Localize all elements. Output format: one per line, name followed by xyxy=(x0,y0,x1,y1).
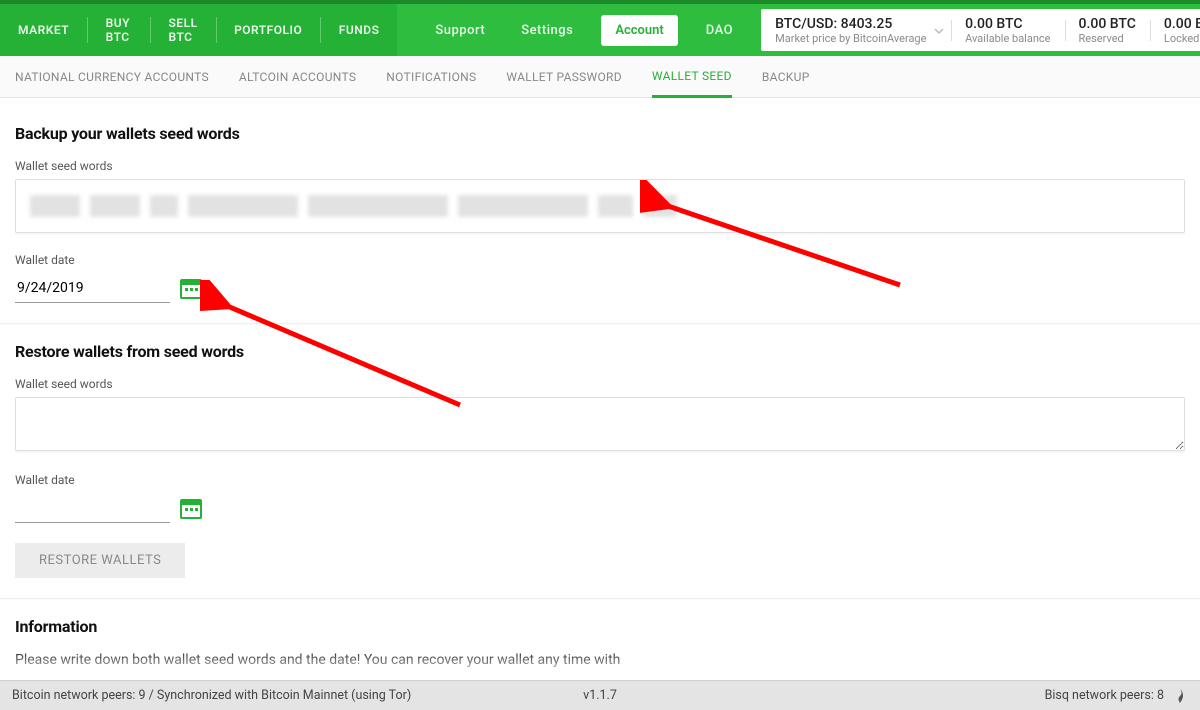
top-nav: MARKET BUY BTC SELL BTC PORTFOLIO FUNDS … xyxy=(0,0,1200,56)
account-subnav: NATIONAL CURRENCY ACCOUNTS ALTCOIN ACCOU… xyxy=(0,56,1200,98)
subnav-altcoin[interactable]: ALTCOIN ACCOUNTS xyxy=(239,56,356,97)
status-bar: Bitcoin network peers: 9 / Synchronized … xyxy=(0,680,1200,710)
backup-date-input[interactable] xyxy=(15,273,170,303)
price-label: BTC/USD: 8403.25 xyxy=(775,16,937,32)
nav-market[interactable]: MARKET xyxy=(0,23,87,37)
reserved-label: Reserved xyxy=(1079,32,1136,45)
backup-date-label: Wallet date xyxy=(15,253,1185,267)
locked-label: Locked xyxy=(1164,32,1200,45)
chevron-down-icon xyxy=(933,22,945,41)
available-label: Available balance xyxy=(965,32,1050,45)
section-divider xyxy=(0,598,1200,599)
blurred-seed-words xyxy=(30,195,677,217)
available-balance: 0.00 BTC Available balance xyxy=(951,10,1064,51)
price-dropdown[interactable]: BTC/USD: 8403.25 Market price by Bitcoin… xyxy=(761,10,951,51)
calendar-icon[interactable] xyxy=(180,277,202,299)
ticker-panel: BTC/USD: 8403.25 Market price by Bitcoin… xyxy=(761,9,1200,51)
subnav-notifications[interactable]: NOTIFICATIONS xyxy=(386,56,476,97)
nav-support[interactable]: Support xyxy=(417,23,503,38)
section-divider xyxy=(0,323,1200,324)
information-body: Please write down both wallet seed words… xyxy=(15,652,1185,668)
footer-left-status: Bitcoin network peers: 9 / Synchronized … xyxy=(12,688,411,703)
nav-dao[interactable]: DAO xyxy=(688,23,751,38)
subnav-backup[interactable]: BACKUP xyxy=(762,56,810,97)
backup-section-title: Backup your wallets seed words xyxy=(15,124,1185,143)
reserved-value: 0.00 BTC xyxy=(1079,16,1136,32)
nav-settings[interactable]: Settings xyxy=(503,23,591,38)
restore-wallets-button[interactable]: RESTORE WALLETS xyxy=(15,543,185,578)
nav-funds[interactable]: FUNDS xyxy=(321,23,398,37)
nav-account[interactable]: Account xyxy=(601,15,677,46)
restore-section-title: Restore wallets from seed words xyxy=(15,342,1185,361)
information-title: Information xyxy=(15,617,1185,636)
footer-version: v1.1.7 xyxy=(583,688,617,703)
nav-buy-btc[interactable]: BUY BTC xyxy=(88,16,150,44)
calendar-icon[interactable] xyxy=(180,497,202,519)
reserved-balance: 0.00 BTC Reserved xyxy=(1065,10,1150,51)
restore-date-label: Wallet date xyxy=(15,473,1185,487)
subnav-national-currency[interactable]: NATIONAL CURRENCY ACCOUNTS xyxy=(15,56,209,97)
restore-date-input[interactable] xyxy=(15,493,170,523)
footer-right-status: Bisq network peers: 8 xyxy=(1045,688,1188,704)
restore-seed-label: Wallet seed words xyxy=(15,377,1185,391)
restore-seed-input[interactable] xyxy=(15,397,1185,451)
backup-seed-label: Wallet seed words xyxy=(15,159,1185,173)
backup-date-row xyxy=(15,273,1185,303)
restore-date-row xyxy=(15,493,1185,523)
locked-balance: 0.00 BTC Locked xyxy=(1150,10,1200,51)
bisq-logo-icon xyxy=(1172,688,1188,704)
locked-value: 0.00 BTC xyxy=(1164,16,1200,32)
nav-portfolio[interactable]: PORTFOLIO xyxy=(216,23,320,37)
available-value: 0.00 BTC xyxy=(965,16,1050,32)
nav-sell-btc[interactable]: SELL BTC xyxy=(150,16,215,44)
price-sub: Market price by BitcoinAverage xyxy=(775,32,937,45)
backup-seed-display[interactable] xyxy=(15,179,1185,233)
nav-left: MARKET BUY BTC SELL BTC PORTFOLIO FUNDS xyxy=(0,4,397,56)
subnav-wallet-password[interactable]: WALLET PASSWORD xyxy=(506,56,622,97)
subnav-wallet-seed[interactable]: WALLET SEED xyxy=(652,57,732,98)
content: Backup your wallets seed words Wallet se… xyxy=(0,98,1200,668)
nav-right: Support Settings Account DAO BTC/USD: 84… xyxy=(397,4,1200,56)
footer-peers: Bisq network peers: 8 xyxy=(1045,688,1164,703)
